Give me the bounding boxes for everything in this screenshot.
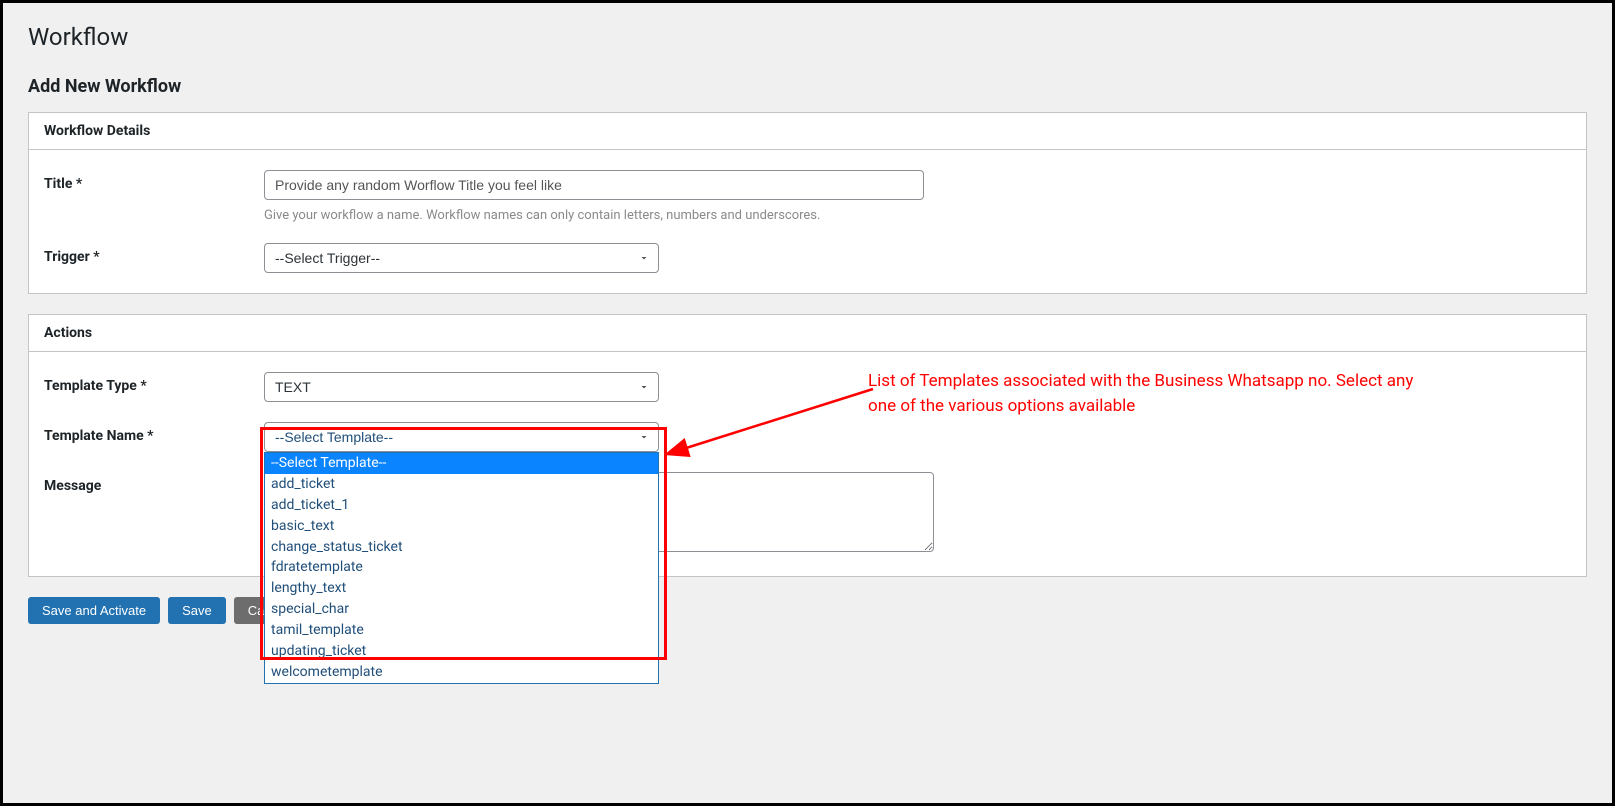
actions-panel: Actions Template Type * TEXT Template Na…	[28, 314, 1587, 577]
page-title: Workflow	[28, 23, 1587, 51]
button-row: Save and Activate Save Cancel	[28, 597, 1587, 624]
workflow-details-header: Workflow Details	[29, 113, 1586, 150]
save-activate-button[interactable]: Save and Activate	[28, 597, 160, 624]
template-option-tamil-template[interactable]: tamil_template	[265, 620, 658, 641]
template-type-label: Template Type *	[44, 372, 264, 394]
message-label: Message	[44, 472, 264, 494]
template-name-select[interactable]: --Select Template--	[264, 422, 659, 452]
template-option-basic-text[interactable]: basic_text	[265, 516, 658, 537]
sub-title: Add New Workflow	[28, 76, 1587, 97]
annotation-text: List of Templates associated with the Bu…	[868, 369, 1418, 418]
template-option-select-template[interactable]: --Select Template--	[265, 453, 658, 474]
template-option-updating-ticket[interactable]: updating_ticket	[265, 641, 658, 662]
template-name-dropdown-list[interactable]: --Select Template-- add_ticket add_ticke…	[264, 452, 659, 684]
template-name-label: Template Name *	[44, 422, 264, 444]
workflow-details-panel: Workflow Details Title * Give your workf…	[28, 112, 1587, 294]
trigger-select[interactable]: --Select Trigger--	[264, 243, 659, 273]
title-label: Title *	[44, 170, 264, 192]
template-option-fdratetemplate[interactable]: fdratetemplate	[265, 557, 658, 578]
template-option-add-ticket[interactable]: add_ticket	[265, 474, 658, 495]
template-option-change-status-ticket[interactable]: change_status_ticket	[265, 537, 658, 558]
title-input[interactable]	[264, 170, 924, 200]
save-button[interactable]: Save	[168, 597, 226, 624]
template-option-add-ticket-1[interactable]: add_ticket_1	[265, 495, 658, 516]
actions-header: Actions	[29, 315, 1586, 352]
template-option-lengthy-text[interactable]: lengthy_text	[265, 578, 658, 599]
template-option-special-char[interactable]: special_char	[265, 599, 658, 620]
template-option-welcometemplate[interactable]: welcometemplate	[265, 662, 658, 683]
trigger-label: Trigger *	[44, 243, 264, 265]
template-type-select[interactable]: TEXT	[264, 372, 659, 402]
title-help-text: Give your workflow a name. Workflow name…	[264, 208, 1571, 223]
